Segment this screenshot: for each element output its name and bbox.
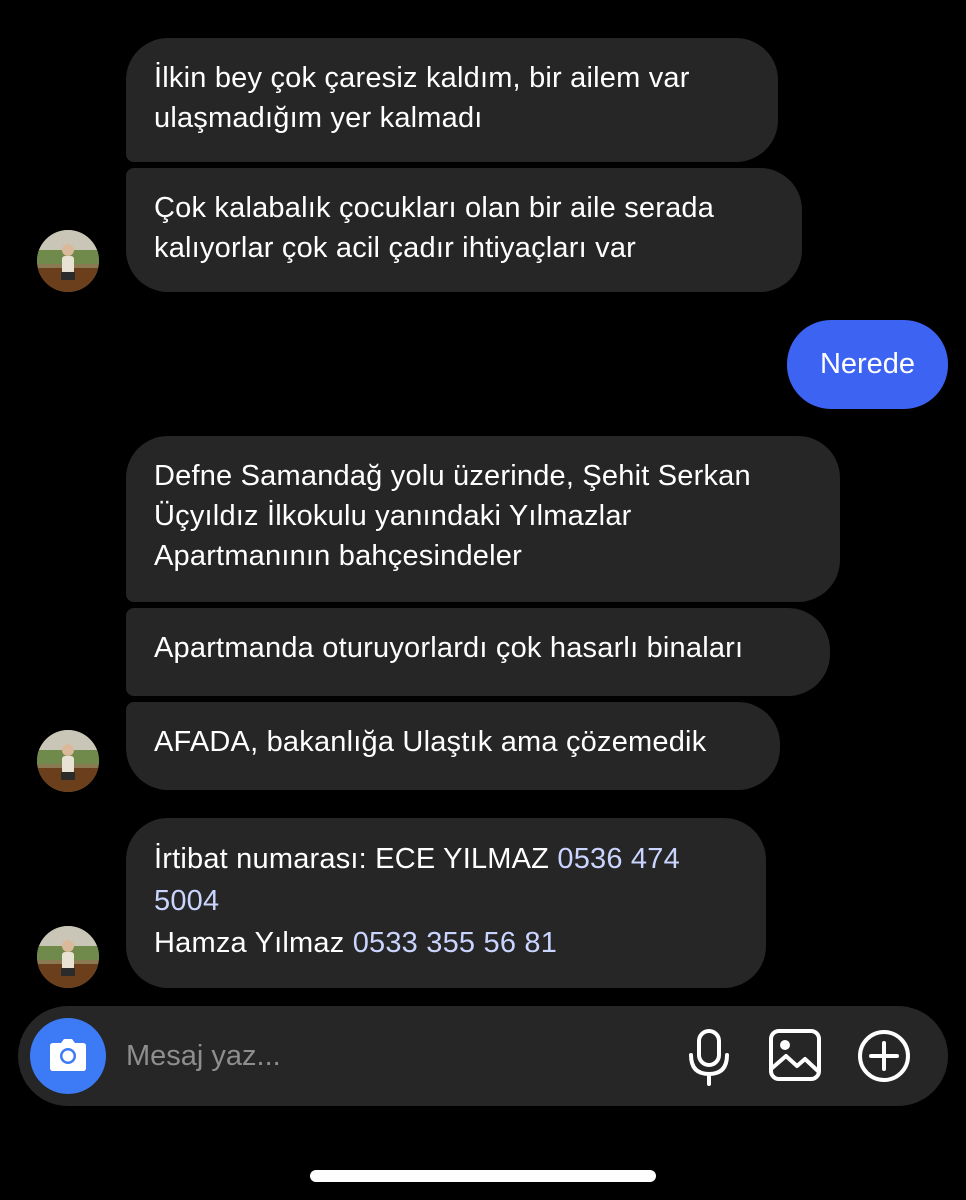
message-text: Defne Samandağ yolu üzerinde, Şehit Serk… [154,460,751,492]
message-input[interactable]: Mesaj yaz... [126,1006,281,1106]
camera-icon [50,1039,86,1071]
avatar-photo [37,926,99,988]
message-text: AFADA, bakanlığa Ulaştık ama çözemedik [154,726,707,758]
message-bubble-incoming[interactable]: Defne Samandağ yolu üzerinde, Şehit Serk… [126,436,840,602]
camera-button[interactable] [30,1018,106,1094]
message-composer: Mesaj yaz... [18,1006,948,1106]
phone-number-link[interactable]: 5004 [154,885,219,917]
avatar-photo [37,730,99,792]
sender-avatar[interactable] [37,926,99,988]
photo-gallery-icon[interactable] [768,1028,822,1082]
phone-number-link[interactable]: 0536 474 [557,843,680,875]
message-bubble-incoming[interactable]: AFADA, bakanlığa Ulaştık ama çözemedik [126,702,780,790]
message-bubble-incoming[interactable]: Çok kalabalık çocukları olan bir aile se… [126,168,802,292]
message-bubble-incoming[interactable]: İlkin bey çok çaresiz kaldım, bir ailem … [126,38,778,162]
phone-number-link[interactable]: 0533 355 56 81 [353,927,557,959]
avatar-photo [37,230,99,292]
message-text: Hamza Yılmaz 0533 355 56 81 [154,922,738,964]
message-bubble-outgoing[interactable]: Nerede [787,320,948,409]
plus-circle-icon[interactable] [856,1028,912,1084]
message-text: İlkin bey çok çaresiz kaldım, bir ailem … [154,62,690,94]
contact-label: Hamza Yılmaz [154,927,353,959]
message-text: Çok kalabalık çocukları olan bir aile se… [154,192,715,224]
message-text: İrtibat numarası: ECE YILMAZ 0536 474 [154,838,738,880]
message-text: ulaşmadığım yer kalmadı [154,102,483,134]
message-text: Apartmanda oturuyorlardı çok hasarlı bin… [154,632,744,664]
message-bubble-incoming[interactable]: Apartmanda oturuyorlardı çok hasarlı bin… [126,608,830,696]
contact-label: İrtibat numarası: ECE YILMAZ [154,843,558,875]
sender-avatar[interactable] [37,730,99,792]
message-text: kalıyorlar çok acil çadır ihtiyaçları va… [154,232,637,264]
microphone-icon[interactable] [686,1028,732,1086]
home-indicator[interactable] [310,1170,656,1182]
message-text: Üçyıldız İlkokulu yanındaki Yılmazlar [154,500,632,532]
message-bubble-incoming[interactable]: İrtibat numarası: ECE YILMAZ 0536 474 50… [126,818,766,988]
message-text: 5004 [154,880,738,922]
message-text: Apartmanının bahçesindeler [154,540,522,572]
sender-avatar[interactable] [37,230,99,292]
